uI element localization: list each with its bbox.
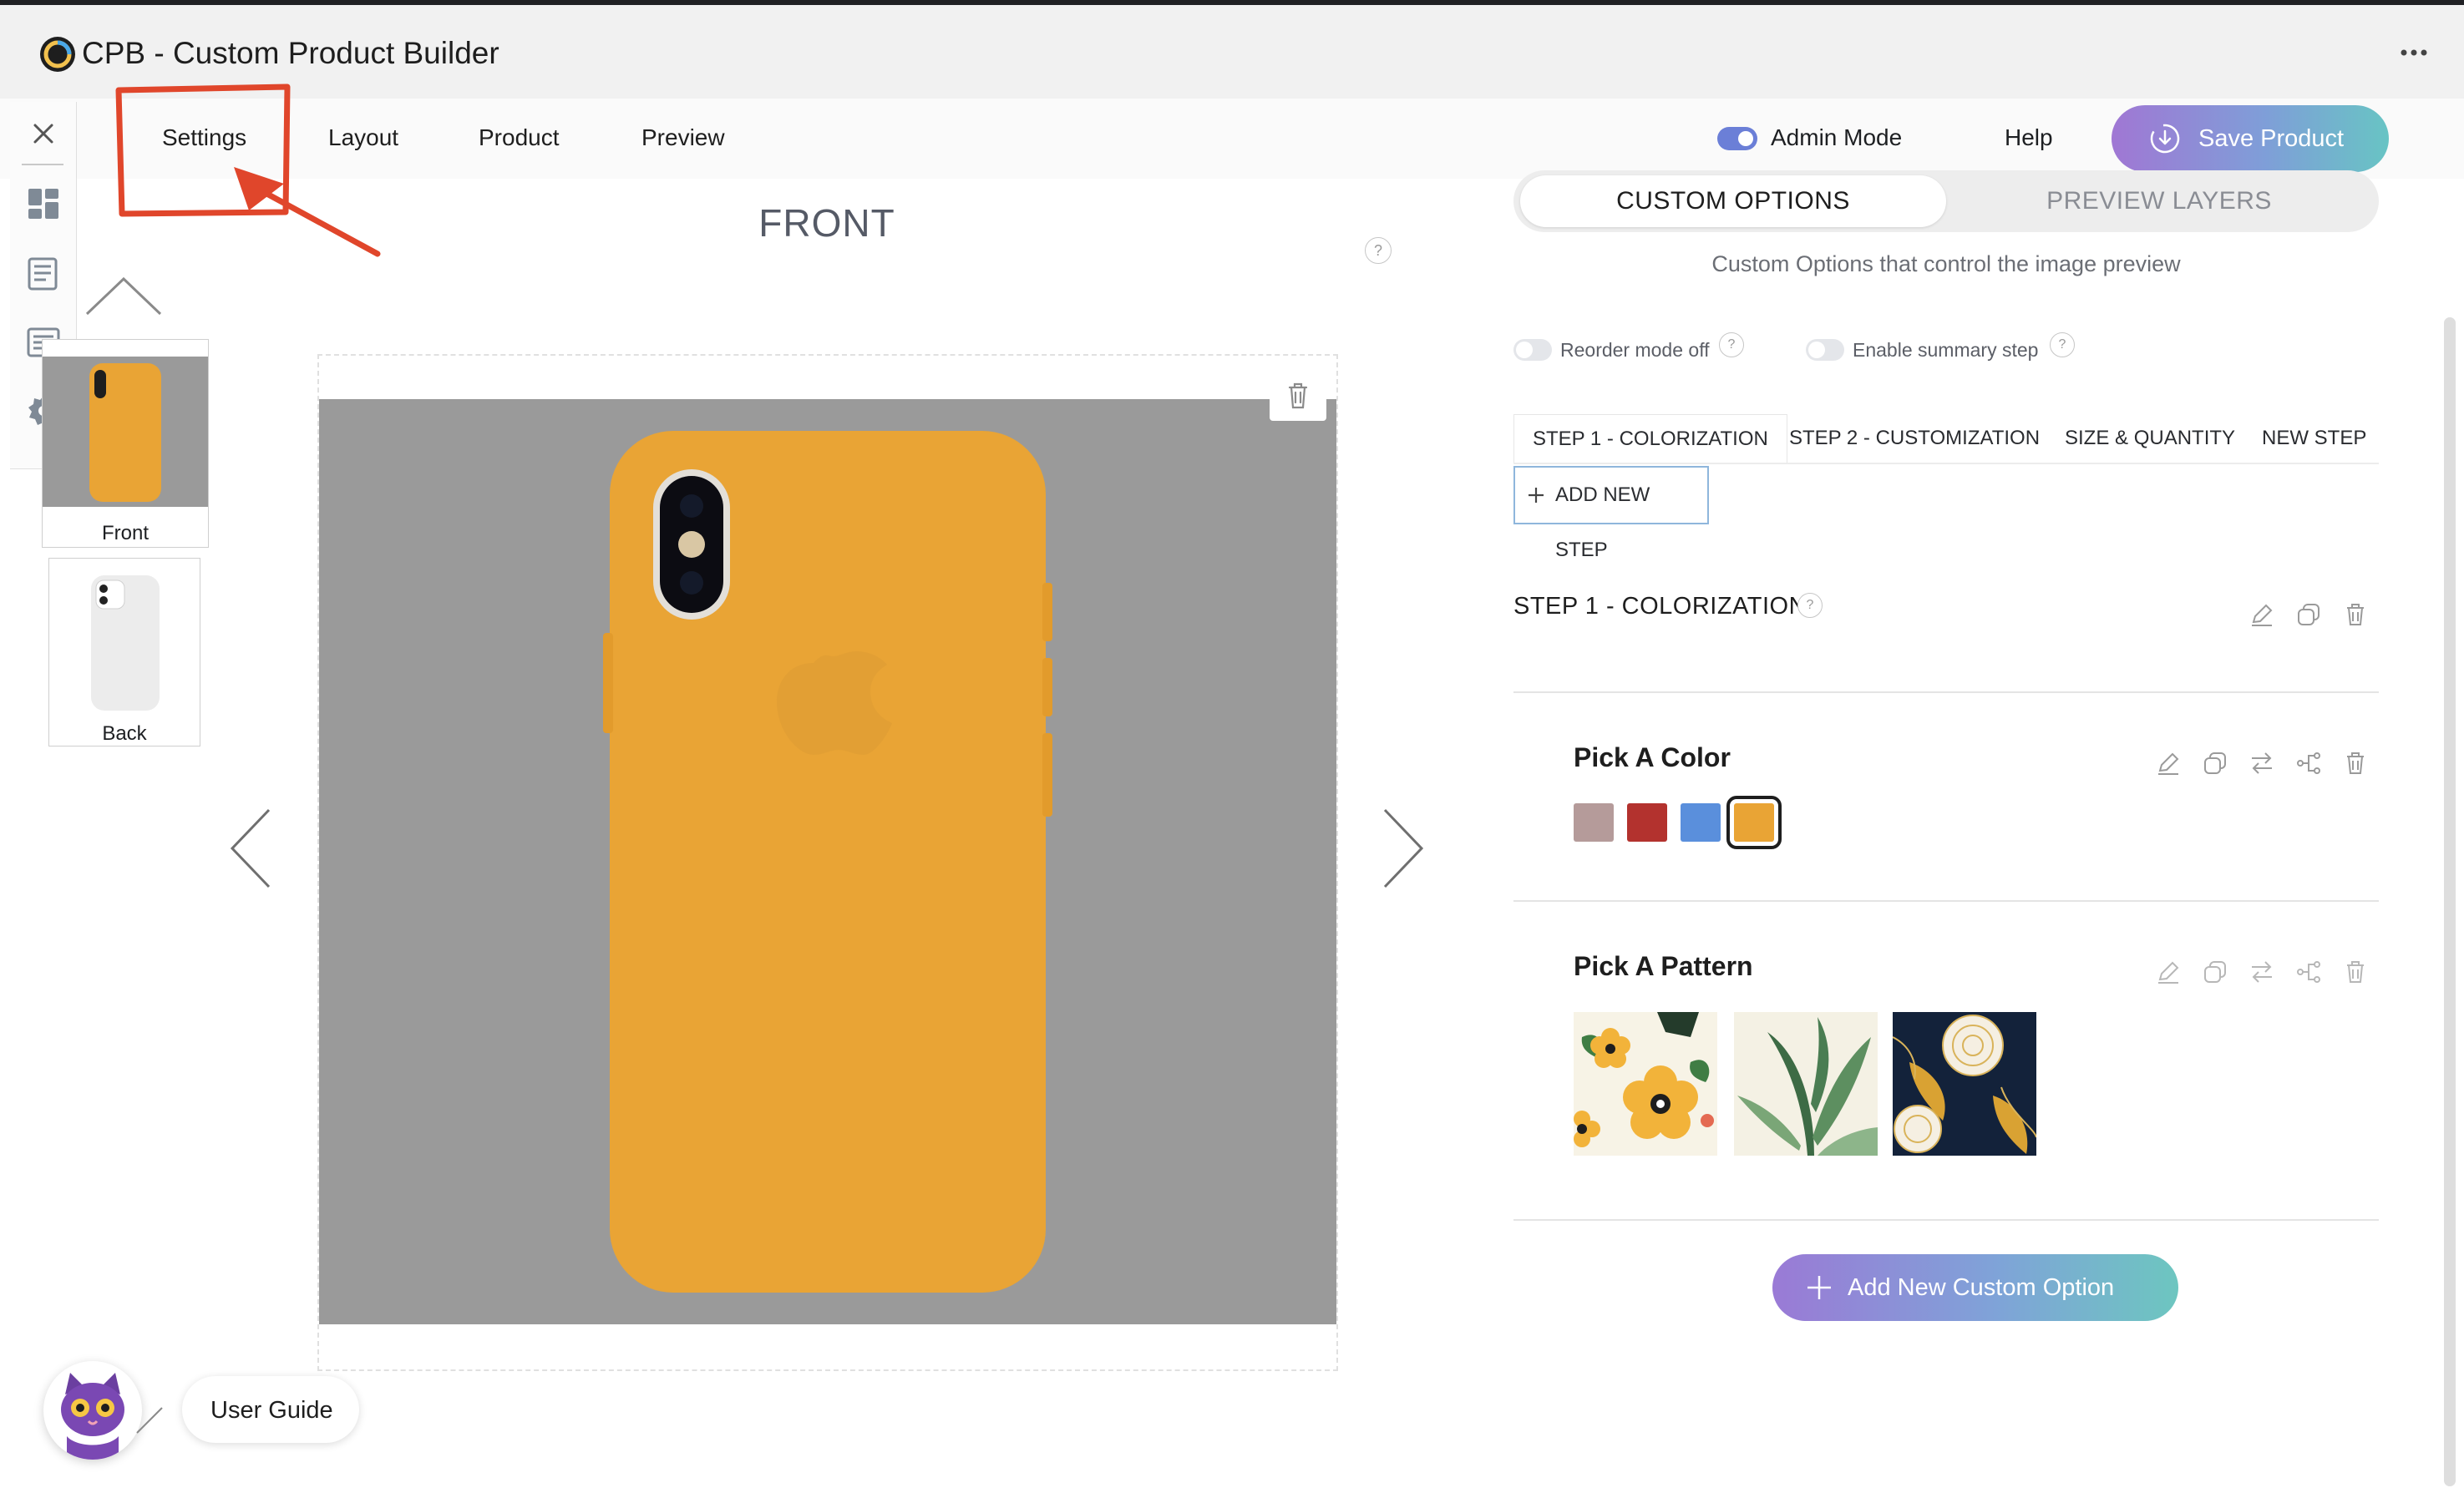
plus-icon: [1525, 484, 1547, 506]
logic-option-icon[interactable]: [2294, 748, 2324, 778]
download-icon: [2148, 122, 2182, 155]
edit-step-icon[interactable]: [2247, 600, 2277, 630]
edit-pattern-option-icon[interactable]: [2153, 957, 2183, 987]
add-custom-option-label: Add New Custom Option: [1848, 1274, 2115, 1301]
annotation-highlight: [115, 84, 381, 257]
step-tab-size-quantity[interactable]: SIZE & QUANTITY: [2046, 414, 2254, 463]
chevron-up-icon[interactable]: [82, 272, 165, 319]
color-swatch-orange[interactable]: [1726, 796, 1782, 849]
reorder-help-icon[interactable]: ?: [1719, 332, 1744, 357]
duplicate-pattern-option-icon[interactable]: [2200, 957, 2230, 987]
view-label-back: Back: [102, 722, 147, 745]
reorder-mode-toggle[interactable]: [1513, 339, 1552, 361]
rail-divider: [22, 164, 63, 165]
front-thumb-image: [43, 357, 208, 507]
color-swatch-mauve[interactable]: [1574, 803, 1614, 842]
view-label-front: Front: [101, 522, 149, 544]
tab-custom-options[interactable]: CUSTOM OPTIONS: [1520, 182, 1946, 220]
cpb-logo-icon: [40, 37, 75, 72]
save-product-label: Save Product: [2198, 125, 2345, 152]
user-guide-label: User Guide: [210, 1397, 333, 1424]
panel-subtitle: Custom Options that control the image pr…: [1711, 251, 2181, 276]
pattern-yellow-flowers[interactable]: [1574, 1012, 1717, 1156]
close-icon[interactable]: [25, 115, 62, 152]
option-title-pattern: Pick A Pattern: [1574, 951, 1753, 981]
step-section-title: STEP 1 - COLORIZATION: [1513, 593, 1807, 620]
logic-pattern-option-icon[interactable]: [2294, 957, 2324, 987]
step-tab-new-step[interactable]: NEW STEP: [2243, 414, 2385, 463]
view-thumb-front[interactable]: Front: [42, 339, 209, 548]
pattern-dark-peonies[interactable]: [1893, 1012, 2036, 1156]
section-divider: [1513, 691, 2379, 693]
edit-option-icon[interactable]: [2153, 748, 2183, 778]
pattern-green-leaves[interactable]: [1734, 1012, 1878, 1156]
tab-preview-layers[interactable]: PREVIEW LAYERS: [1946, 182, 2372, 220]
step-tab-customization[interactable]: STEP 2 - CUSTOMIZATION: [1771, 414, 2058, 463]
product-preview-image: [319, 399, 1336, 1324]
delete-step-icon[interactable]: [2340, 600, 2370, 630]
options-end-divider: [1513, 1219, 2379, 1221]
option-divider: [1513, 900, 2379, 902]
nav-preview[interactable]: Preview: [641, 117, 725, 159]
reorder-mode-label: Reorder mode off: [1560, 339, 1710, 361]
duplicate-step-icon[interactable]: [2294, 600, 2324, 630]
admin-mode-label: Admin Mode: [1771, 124, 1903, 150]
back-thumb-image: [49, 569, 200, 717]
move-pattern-option-icon[interactable]: [2247, 957, 2277, 987]
more-options-icon[interactable]: [2397, 43, 2431, 62]
duplicate-option-icon[interactable]: [2200, 748, 2230, 778]
option-title-color: Pick A Color: [1574, 742, 1731, 772]
cat-mascot-avatar[interactable]: [43, 1361, 142, 1460]
nav-product[interactable]: Product: [479, 117, 560, 159]
delete-option-icon[interactable]: [2340, 748, 2370, 778]
plus-icon: [1804, 1273, 1834, 1303]
help-link[interactable]: Help: [2005, 119, 2053, 156]
app-title: CPB - Custom Product Builder: [82, 36, 499, 70]
panel-scroll-thumb[interactable]: [2444, 317, 2456, 1486]
summary-help-icon[interactable]: ?: [2050, 332, 2075, 357]
next-view-arrow-icon[interactable]: [1378, 807, 1428, 890]
list-icon[interactable]: [25, 256, 62, 292]
summary-step-toggle[interactable]: [1806, 339, 1844, 361]
summary-step-label: Enable summary step: [1853, 339, 2039, 361]
previous-view-arrow-icon[interactable]: [226, 807, 276, 890]
color-swatch-blue[interactable]: [1681, 803, 1721, 842]
step-help-icon[interactable]: ?: [1797, 593, 1823, 618]
canvas-help-icon[interactable]: ?: [1365, 237, 1392, 264]
step-tab-colorization[interactable]: STEP 1 - COLORIZATION: [1513, 414, 1787, 463]
view-thumb-back[interactable]: Back: [48, 558, 200, 746]
pointer-line-icon: [136, 1407, 163, 1434]
canvas-view-title: FRONT: [758, 201, 895, 245]
delete-pattern-option-icon[interactable]: [2340, 957, 2370, 987]
move-option-icon[interactable]: [2247, 748, 2277, 778]
dashboard-icon[interactable]: [25, 185, 62, 222]
canvas-delete-button[interactable]: [1270, 371, 1326, 421]
color-swatch-red[interactable]: [1627, 803, 1667, 842]
admin-mode-toggle[interactable]: [1717, 127, 1757, 150]
